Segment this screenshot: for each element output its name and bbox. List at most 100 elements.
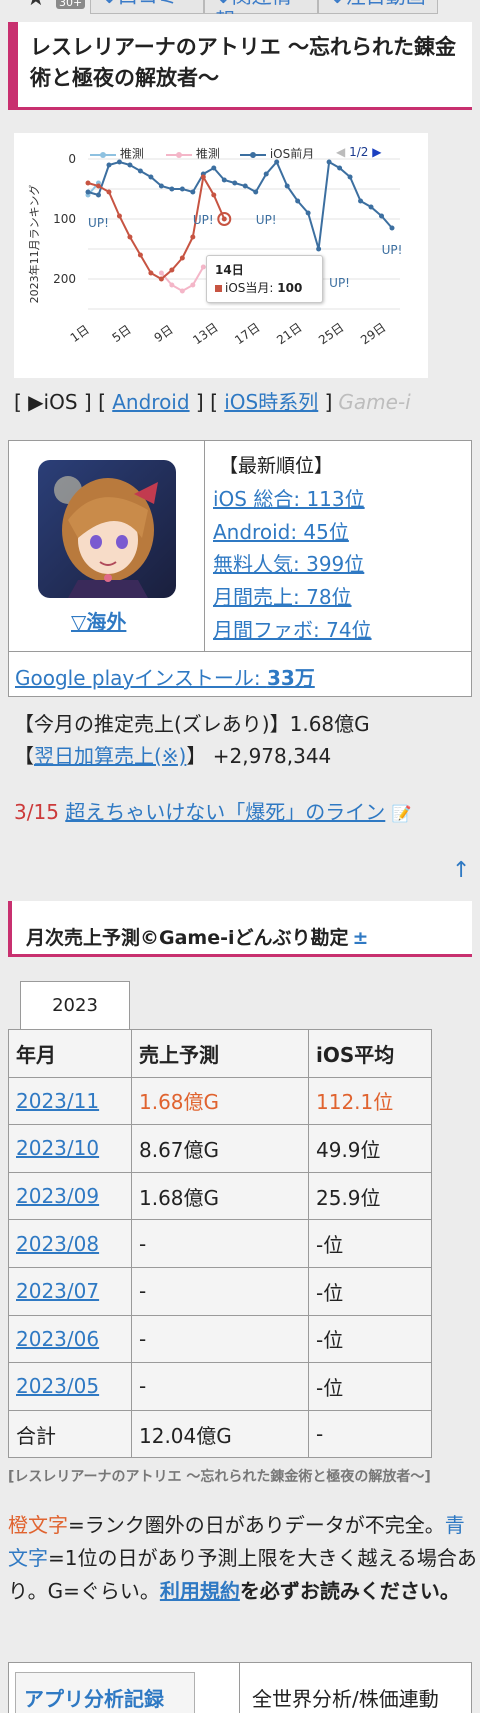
android-link[interactable]: Android [112, 390, 189, 414]
up-annotation: UP! [88, 216, 109, 230]
news-date: 3/15 [14, 800, 59, 824]
series-point [190, 189, 196, 195]
estimated-sales-line: 【今月の推定売上(ズレあり)】1.68億G [14, 708, 370, 737]
series-point [389, 225, 395, 231]
forecast-table: 年月 売上予測 iOS平均 2023/11 1.68億G 112.1位 2023… [8, 1029, 432, 1459]
series-point [358, 198, 364, 204]
series-point [169, 267, 175, 273]
ios-timeseries-link[interactable]: iOS時系列 [224, 390, 318, 414]
memo-icon: 📝 [391, 804, 412, 823]
ranking-chart: 推測 推測 iOS前月 ◀ 1/2 ▶ 0 100 200 2023年11月ランキング… [14, 133, 428, 378]
ios-average-cell: -位 [308, 1219, 432, 1268]
tab-app-analysis[interactable]: アプリ分析記録 [15, 1672, 195, 1713]
year-tab-2023[interactable]: 2023 [20, 981, 130, 1029]
rank-header: 【最新順位】 [219, 455, 334, 477]
series-point [116, 213, 122, 219]
series-point [190, 234, 196, 240]
x-tick-label: 1日 [68, 322, 92, 345]
rank-monthly-fav[interactable]: 月間ファボ: 74位 [213, 614, 372, 643]
month-link[interactable]: 2023/08 [16, 1232, 99, 1256]
google-play-installs[interactable]: Google playインストール: 33万 [9, 651, 471, 696]
up-annotation: UP! [256, 213, 277, 227]
sales-cell: 8.67億G [131, 1124, 309, 1173]
series-point [200, 174, 206, 180]
table-row: 2023/09 1.68億G 25.9位 [8, 1171, 432, 1221]
series-point [263, 171, 269, 177]
column-header: 売上予測 [131, 1029, 309, 1078]
terms-link[interactable]: 利用規約 [160, 1579, 240, 1603]
series-point [179, 288, 185, 294]
up-annotation: UP! [382, 243, 403, 257]
app-icon[interactable] [38, 460, 176, 598]
x-tick-label: 5日 [110, 322, 134, 345]
install-label: Google playインストール: [15, 666, 267, 690]
ios-average-cell: -位 [308, 1266, 432, 1316]
page-title: レスレリアーナのアトリエ 〜忘れられた錬金術と極夜の解放者〜 [8, 22, 472, 110]
month-link[interactable]: 2023/09 [16, 1184, 99, 1208]
overseas-link[interactable]: ▽海外 [71, 606, 126, 635]
month-link[interactable]: 2023/11 [16, 1089, 99, 1113]
series-point [179, 186, 185, 192]
app-icon-cell: ▽海外 [9, 441, 205, 651]
table-row: 2023/10 8.67億G 49.9位 [8, 1124, 432, 1173]
star-icon[interactable]: ★ [26, 0, 46, 11]
series-point [211, 192, 217, 198]
series-point [137, 168, 143, 174]
series-point [169, 186, 175, 192]
series-point [85, 189, 91, 195]
footnote-title: [レスレリアーナのアトリエ 〜忘れられた錬金術と極夜の解放者〜] [8, 1469, 431, 1485]
month-link[interactable]: 2023/07 [16, 1279, 99, 1303]
series-point [368, 204, 374, 210]
series-point [211, 165, 217, 171]
month-link[interactable]: 2023/05 [16, 1374, 99, 1398]
next-day-sales-link[interactable]: 翌日加算売上(※) [34, 744, 186, 768]
x-tick-label: 13日 [190, 320, 220, 347]
scroll-top-icon[interactable]: ↑ [452, 858, 470, 883]
ios-average-cell: -位 [308, 1314, 432, 1364]
month-link[interactable]: 2023/06 [16, 1327, 99, 1351]
series-point [148, 270, 154, 276]
month-link[interactable]: 2023/10 [16, 1136, 99, 1160]
tab-global-analysis[interactable]: 全世界分析/株価連動 [239, 1663, 472, 1713]
terms-tail: を必ずお読みください。 [239, 1579, 460, 1603]
news-link[interactable]: 超えちゃいけない「爆死」のライン [65, 800, 385, 824]
estimate-value: 1.68億G [289, 712, 370, 736]
series-point [221, 177, 227, 183]
up-annotation: UP! [329, 276, 350, 290]
series-point [127, 234, 133, 240]
series-point [158, 183, 164, 189]
y-axis-label: 2023年11月ランキング [27, 185, 41, 304]
table-row: 2023/06 - -位 [8, 1314, 432, 1364]
series-point [242, 183, 248, 189]
ios-average-cell: 49.9位 [308, 1124, 432, 1173]
orange-desc: =ランク圏外の日がありデータが不完全。 [68, 1513, 445, 1537]
x-tick-label: 21日 [274, 320, 304, 347]
series-point [305, 210, 311, 216]
sales-cell: 1.68億G [131, 1076, 309, 1126]
rank-free[interactable]: 無料人気: 399位 [213, 548, 364, 577]
series-point [190, 282, 196, 288]
series-point [316, 246, 322, 252]
y-tick-label: 100 [53, 212, 76, 226]
nav-tab-reviews[interactable]: ↓口コミ [90, 0, 204, 14]
nav-tab-videos[interactable]: ↓注目動画 [318, 0, 438, 14]
nav-tab-related[interactable]: ↓関連情報 [204, 0, 318, 14]
y-tick-label: 0 [68, 152, 76, 166]
column-header: 年月 [8, 1029, 132, 1078]
series-point [274, 159, 280, 165]
footnote: 橙文字=ランク圏外の日がありデータが不完全。青文字=1位の日があり予測上限を大き… [8, 1509, 478, 1608]
rank-ios-overall[interactable]: iOS 総合: 113位 [213, 483, 365, 512]
rank-monthly-sales[interactable]: 月間売上: 78位 [213, 581, 352, 610]
tooltip-series-marker [215, 285, 222, 292]
series-point [284, 183, 290, 189]
orange-term: 橙文字 [8, 1513, 68, 1537]
total-average: - [308, 1409, 432, 1459]
section-header: 月次売上予測©Game-iどんぶり勘定 ± [8, 901, 472, 957]
rank-android[interactable]: Android: 45位 [213, 516, 349, 545]
platform-links: [ ▶iOS ] [ Android ] [ iOS時系列 ] Game-i [14, 390, 411, 414]
x-tick-label: 9日 [152, 322, 176, 345]
dagger-link-icon[interactable]: ± [353, 927, 369, 949]
sales-cell: - [131, 1219, 309, 1268]
series-point [127, 162, 133, 168]
ios-link-current: ▶iOS [28, 390, 78, 414]
